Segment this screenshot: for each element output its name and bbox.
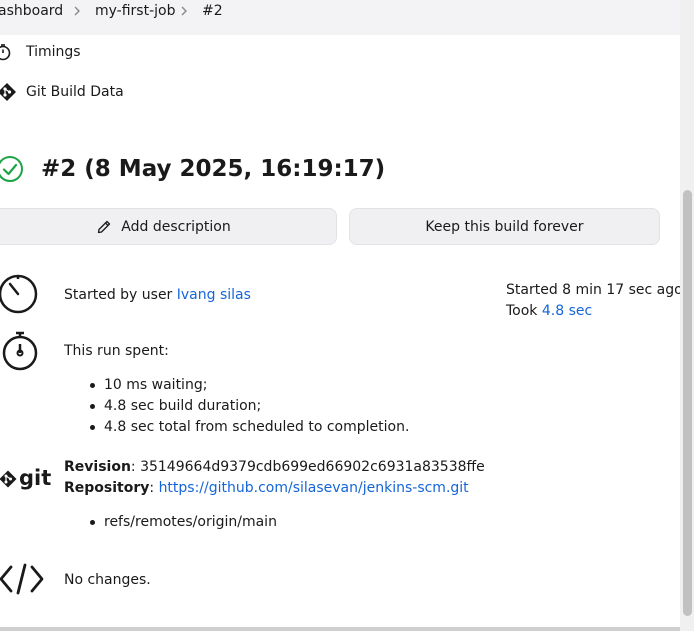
user-link[interactable]: Ivang silas [177, 287, 251, 303]
code-icon [0, 563, 44, 595]
repository-label: Repository [64, 480, 150, 496]
changes-text: No changes. [64, 572, 151, 588]
breadcrumb-build[interactable]: #2 [202, 2, 223, 20]
revision-value: : 35149664d9379cdb699ed66902c6931a83538f… [130, 459, 485, 475]
repository-link[interactable]: https://github.com/silasevan/jenkins-scm… [159, 480, 469, 496]
list-item: 4.8 sec total from scheduled to completi… [90, 417, 409, 438]
page-title: #2 (8 May 2025, 16:19:17) [41, 156, 386, 182]
add-description-button[interactable]: Add description [0, 208, 337, 245]
breadcrumb-job[interactable]: my-first-job [95, 2, 175, 20]
keep-forever-button[interactable]: Keep this build forever [349, 208, 660, 245]
add-description-label: Add description [121, 218, 231, 235]
revision-label: Revision [64, 459, 131, 475]
keep-forever-label: Keep this build forever [425, 218, 584, 235]
started-ago: Started 8 min 17 sec ago [506, 282, 683, 298]
stopwatch-icon [0, 44, 11, 61]
list-item: 4.8 sec build duration; [90, 396, 409, 417]
timer-icon [0, 274, 38, 314]
chevron-right-icon [181, 6, 187, 16]
list-item: 10 ms waiting; [90, 375, 409, 396]
sidebar-item-git-build-data[interactable]: Git Build Data [26, 83, 124, 101]
repository-line: Repository: https://github.com/silasevan… [64, 479, 469, 497]
breadcrumb-dashboard[interactable]: ashboard [0, 2, 63, 20]
cause-text: Started by user Ivang silas [64, 286, 251, 304]
git-logo-icon [0, 470, 17, 488]
breadcrumb: ashboard my-first-job #2 [0, 0, 680, 35]
bottom-edge [0, 627, 680, 631]
list-item: refs/remotes/origin/main [90, 512, 277, 533]
branch-list: refs/remotes/origin/main [90, 512, 277, 533]
took-prefix: Took [506, 303, 542, 319]
stopwatch-icon [2, 331, 38, 371]
took-link[interactable]: 4.8 sec [542, 303, 592, 319]
pencil-icon [98, 220, 111, 233]
success-check-icon [0, 156, 23, 182]
timing-list: 10 ms waiting; 4.8 sec build duration; 4… [90, 375, 409, 438]
scrollbar-thumb[interactable] [683, 190, 692, 616]
cause-prefix: Started by user [64, 287, 177, 303]
git-icon [0, 83, 16, 101]
took-duration: Took 4.8 sec [506, 302, 592, 320]
git-logo-text: git [19, 466, 52, 490]
sidebar-item-timings[interactable]: Timings [26, 43, 81, 61]
timing-heading: This run spent: [64, 343, 169, 359]
revision-line: Revision: 35149664d9379cdb699ed66902c693… [64, 458, 485, 476]
chevron-right-icon [74, 6, 80, 16]
repository-sep: : [149, 480, 159, 496]
